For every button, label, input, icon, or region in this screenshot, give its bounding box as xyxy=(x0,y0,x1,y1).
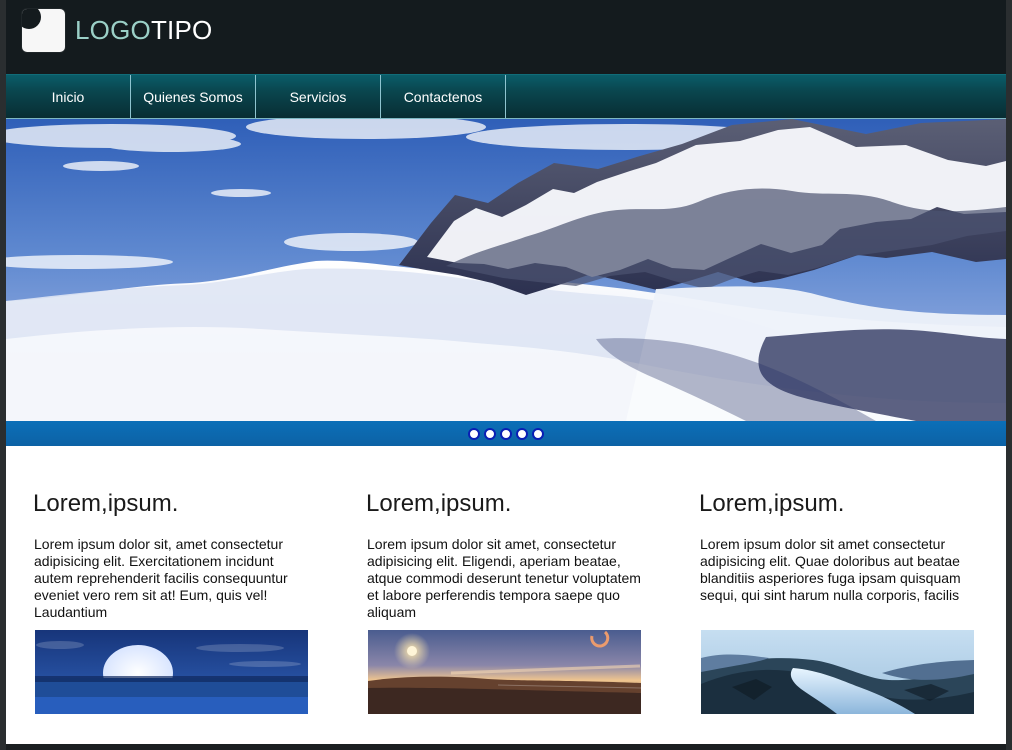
logo-text-part-1: LOGO xyxy=(75,15,151,45)
icy-river-image xyxy=(701,630,974,714)
nav-item-quienes-somos[interactable]: Quienes Somos xyxy=(131,75,256,118)
slider-dot-3[interactable] xyxy=(500,427,512,440)
column-title: Lorem,ipsum. xyxy=(33,489,179,517)
content-section: Lorem,ipsum. Lorem ipsum dolor sit, amet… xyxy=(6,446,1006,744)
slider-dot-2[interactable] xyxy=(484,427,496,440)
logo-mark-icon xyxy=(22,8,65,52)
sunset-horizon-image xyxy=(368,630,641,714)
column-text: Lorem ipsum dolor sit, amet consectetur … xyxy=(34,536,288,620)
nav-item-servicios[interactable]: Servicios xyxy=(256,75,381,118)
main-navigation: Inicio Quienes Somos Servicios Contacten… xyxy=(6,74,1006,119)
column-text: Lorem ipsum dolor sit amet, consectetur … xyxy=(367,536,641,620)
column-text: Lorem ipsum dolor sit amet consectetur a… xyxy=(700,536,961,603)
moon-over-water-image xyxy=(35,630,308,714)
hero-banner xyxy=(6,119,1006,421)
logo[interactable]: LOGOTIPO xyxy=(22,8,212,52)
logo-text-part-2: TIPO xyxy=(150,15,213,45)
nav-item-contactenos[interactable]: Contactenos xyxy=(381,75,506,118)
top-header: LOGOTIPO xyxy=(6,0,1006,74)
slider-dot-4[interactable] xyxy=(516,427,528,440)
page: LOGOTIPO Inicio Quienes Somos Servicios … xyxy=(0,0,1012,750)
column-title: Lorem,ipsum. xyxy=(699,489,845,517)
slider-dot-1[interactable] xyxy=(468,427,480,440)
snowy-mountains-image xyxy=(6,119,1006,421)
slider-pagination xyxy=(6,421,1006,446)
logo-text: LOGOTIPO xyxy=(75,17,212,43)
column-title: Lorem,ipsum. xyxy=(366,489,512,517)
bottom-spacer xyxy=(6,744,1006,750)
nav-item-inicio[interactable]: Inicio xyxy=(6,75,131,118)
slider-dot-5[interactable] xyxy=(532,427,544,440)
